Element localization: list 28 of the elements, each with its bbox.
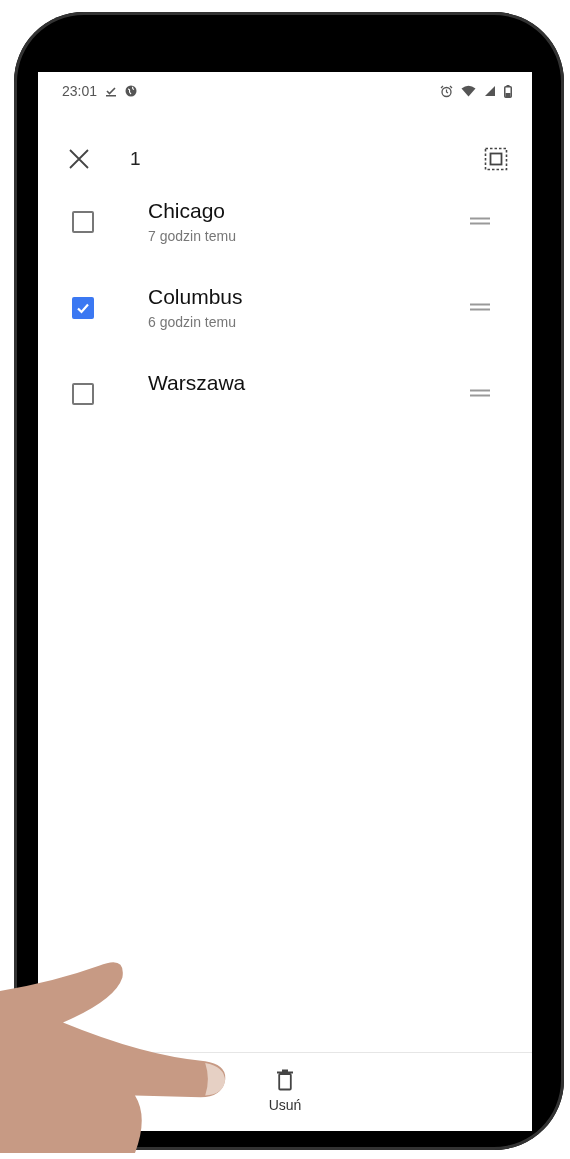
location-name: Chicago	[148, 199, 227, 223]
drag-handle-icon[interactable]	[470, 389, 490, 397]
updated-time: 7 godzin temu	[148, 228, 237, 244]
alarm-icon	[440, 84, 453, 98]
location-name: Columbus	[148, 285, 244, 309]
download-done-icon	[105, 85, 118, 97]
selection-count: 1	[130, 148, 141, 170]
updated-time: 6 godzin temu	[148, 314, 237, 330]
battery-icon	[504, 84, 512, 98]
location-name: Warszawa	[148, 371, 247, 395]
checkbox[interactable]	[72, 211, 94, 233]
select-all-icon	[484, 147, 508, 171]
location-item[interactable]: Warszawa	[38, 365, 532, 451]
checkbox[interactable]	[72, 383, 94, 405]
globe-icon	[125, 85, 138, 97]
close-icon	[68, 148, 90, 170]
location-item[interactable]: Chicago 7 godzin temu	[38, 193, 532, 279]
status-time: 23:01	[62, 83, 98, 99]
location-item[interactable]: Columbus 6 godzin temu	[38, 279, 532, 365]
signal-icon	[484, 85, 496, 97]
drag-handle-icon[interactable]	[470, 303, 490, 311]
wifi-icon	[461, 85, 476, 97]
drag-handle-icon[interactable]	[470, 217, 490, 225]
trash-icon	[276, 1069, 294, 1091]
delete-button[interactable]: Usuń	[268, 1053, 302, 1131]
checkbox[interactable]	[72, 297, 94, 319]
close-button[interactable]	[68, 148, 90, 170]
select-all-button[interactable]	[484, 147, 508, 171]
